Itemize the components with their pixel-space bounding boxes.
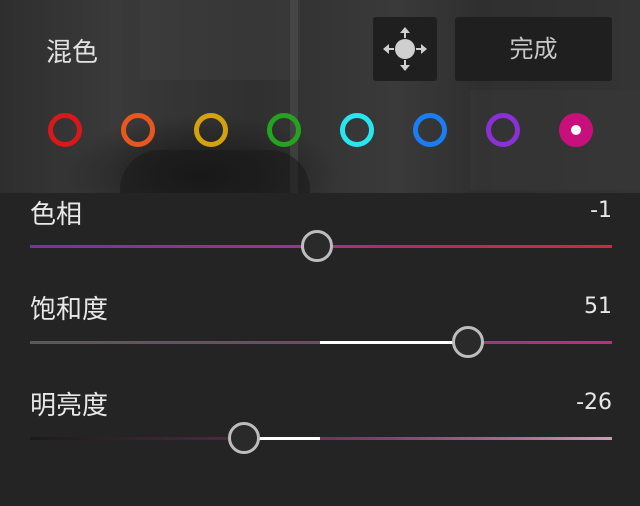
saturation-value: 51 [584,294,612,319]
swatch-orange[interactable] [121,113,155,147]
hue-slider-thumb[interactable] [301,230,333,262]
panel-title: 混色 [46,38,99,68]
saturation-slider-thumb[interactable] [452,326,484,358]
swatch-aqua[interactable] [340,113,374,147]
backdrop-shape [120,150,310,193]
swatch-purple[interactable] [486,113,520,147]
move-target-icon [383,27,427,71]
swatch-magenta[interactable] [559,113,593,147]
swatch-green[interactable] [267,113,301,147]
hue-label: 色相 [30,200,83,230]
saturation-label: 饱和度 [30,295,109,325]
swatch-blue[interactable] [413,113,447,147]
done-button[interactable]: 完成 [455,17,612,81]
luminance-slider-track[interactable] [30,437,612,440]
luminance-value: -26 [576,390,612,415]
backdrop-shape [140,0,300,80]
luminance-label: 明亮度 [30,391,109,421]
swatch-red[interactable] [48,113,82,147]
target-adjust-button[interactable] [373,17,437,81]
saturation-slider-fill [320,341,454,344]
swatch-yellow[interactable] [194,113,228,147]
luminance-slider-thumb[interactable] [228,422,260,454]
hue-value: -1 [590,198,612,223]
selected-indicator [571,125,581,135]
luminance-slider-fill [258,437,320,440]
